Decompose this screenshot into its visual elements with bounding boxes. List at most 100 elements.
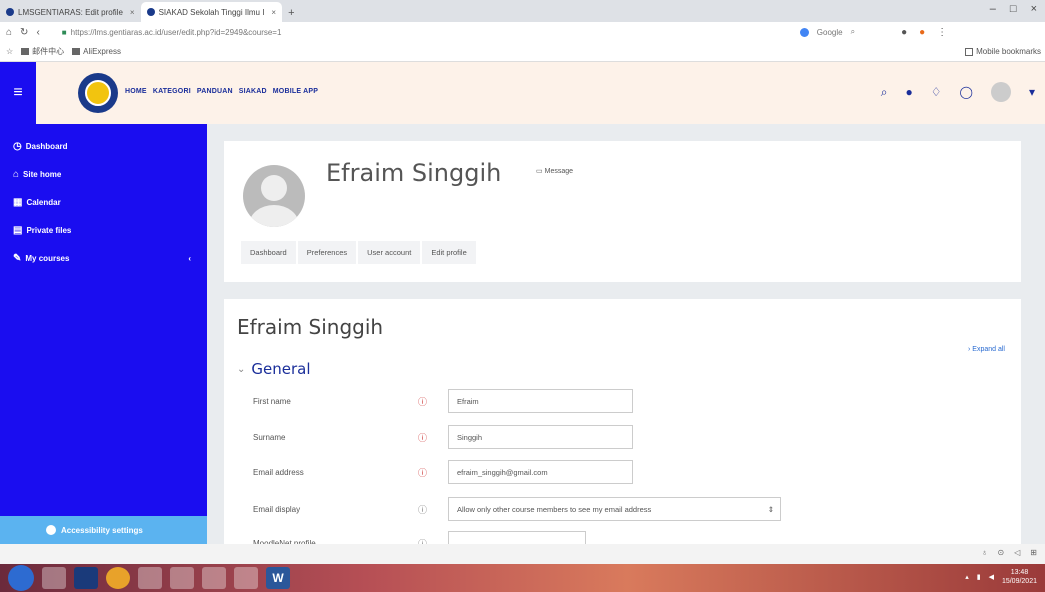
extension-icon[interactable]: ●	[901, 27, 907, 38]
nav-panduan[interactable]: PANDUAN	[197, 88, 233, 95]
back-icon[interactable]: ‹	[36, 27, 39, 38]
message-link[interactable]: ▭ Message	[536, 167, 573, 176]
required-icon: ⓘ	[418, 467, 428, 478]
new-tab-button[interactable]: +	[282, 7, 300, 22]
home-icon[interactable]: ⌂	[6, 27, 12, 38]
message-icon: ▭	[536, 168, 543, 175]
globe-icon[interactable]: ●	[906, 85, 913, 99]
bell-icon[interactable]: ♢	[931, 85, 942, 99]
app-icon[interactable]	[202, 567, 226, 589]
close-window-button[interactable]: ×	[1031, 3, 1037, 15]
app-icon[interactable]	[170, 567, 194, 589]
url-field[interactable]: ■ https://lms.gentiaras.ac.id/user/edit.…	[62, 28, 682, 37]
chevron-down-icon: ⌄	[237, 363, 246, 375]
tab-label: SIAKAD Sekolah Tinggi Ilmu I	[158, 7, 265, 17]
folder-icon	[21, 48, 30, 55]
required-icon: ⓘ	[418, 396, 428, 407]
hamburger-menu-icon[interactable]: ≡	[0, 62, 36, 124]
expand-all-link[interactable]: › Expand all	[968, 346, 1005, 353]
bookmark-item[interactable]: 邮件中心	[21, 46, 64, 57]
nav-mobile-app[interactable]: MOBILE APP	[273, 88, 318, 95]
status-icons: ♁ ⊙ ◁ ⊞	[981, 548, 1037, 557]
sidebar-item-my-courses[interactable]: ✎ My courses ‹	[0, 244, 207, 272]
header-icons: ⌕ ● ♢ ◯ ▾	[881, 82, 1035, 102]
profile-header-card: Efraim Singgih ▭ Message Dashboard Prefe…	[224, 141, 1021, 282]
volume-icon[interactable]: ◀	[989, 573, 994, 581]
field-row-first-name: First name ⓘ Efraim	[253, 389, 633, 413]
reload-icon[interactable]: ↻	[20, 27, 28, 38]
browser-tab-siakad[interactable]: SIAKAD Sekolah Tinggi Ilmu I ×	[140, 2, 283, 22]
chrome-icon[interactable]	[106, 567, 130, 589]
url-text: https://lms.gentiaras.ac.id/user/edit.ph…	[70, 27, 282, 37]
select-arrow-icon: ⇕	[767, 504, 774, 514]
network-icon[interactable]: ▮	[977, 573, 981, 581]
help-icon[interactable]: ⓘ	[418, 503, 448, 516]
main-nav: HOME KATEGORI PANDUAN SIAKAD MOBILE APP	[125, 88, 318, 95]
minimize-button[interactable]: –	[990, 3, 996, 15]
tab-edit-profile[interactable]: Edit profile	[422, 241, 476, 264]
menu-icon[interactable]: ⋮	[937, 27, 947, 38]
sidebar: ◷ Dashboard ⌂ Site home ▦ Calendar ▤ Pri…	[0, 124, 207, 544]
maximize-button[interactable]: □	[1010, 3, 1017, 15]
bookmark-item[interactable]: AliExpress	[72, 47, 121, 56]
chevron-left-icon[interactable]: ‹	[188, 254, 207, 263]
reading-icon[interactable]: ♁	[981, 548, 987, 557]
field-row-email: Email address ⓘ efraim_singgih@gmail.com	[253, 460, 633, 484]
clock[interactable]: 13:48 15/09/2021	[1002, 568, 1037, 586]
extension-icon[interactable]: ●	[919, 27, 925, 38]
app-icon[interactable]	[234, 567, 258, 589]
app-icon[interactable]	[138, 567, 162, 589]
browser-tab-lms[interactable]: LMSGENTIARAS: Edit profile ×	[0, 2, 141, 22]
favicon-icon	[6, 8, 14, 16]
tab-close-icon[interactable]: ×	[271, 8, 276, 17]
email-display-select[interactable]: Allow only other course members to see m…	[448, 497, 781, 521]
accessibility-icon	[46, 525, 56, 535]
section-general[interactable]: ⌄ General	[237, 360, 311, 378]
tab-preferences[interactable]: Preferences	[297, 241, 357, 264]
taskbar: W ▴ ▮ ◀ 13:48 15/09/2021	[0, 564, 1045, 592]
nav-siakad[interactable]: SIAKAD	[239, 88, 267, 95]
file-icon: ▤	[13, 224, 23, 236]
surname-input[interactable]: Singgih	[448, 425, 633, 449]
grid-icon[interactable]: ⊞	[1030, 548, 1037, 557]
email-input[interactable]: efraim_singgih@gmail.com	[448, 460, 633, 484]
nav-home[interactable]: HOME	[125, 88, 147, 95]
download-icon[interactable]: ⊙	[997, 548, 1004, 557]
field-label: Surname	[253, 432, 286, 442]
word-icon[interactable]: W	[266, 567, 290, 589]
avatar[interactable]	[990, 82, 1011, 102]
window-controls: – □ ×	[990, 3, 1037, 15]
search-icon[interactable]: ⌕	[851, 27, 855, 37]
sidebar-item-calendar[interactable]: ▦ Calendar	[0, 188, 207, 216]
folder-icon	[72, 48, 81, 55]
site-logo[interactable]	[78, 73, 118, 113]
search-icon[interactable]: ⌕	[881, 85, 888, 100]
sidebar-item-dashboard[interactable]: ◷ Dashboard	[0, 132, 207, 160]
start-button[interactable]	[8, 565, 34, 591]
tab-close-icon[interactable]: ×	[130, 8, 135, 17]
nav-kategori[interactable]: KATEGORI	[153, 88, 191, 95]
home-icon: ⌂	[13, 168, 20, 180]
bookmarks-bar: ☆ 邮件中心 AliExpress Mobile bookmarks	[0, 42, 1045, 62]
first-name-input[interactable]: Efraim	[448, 389, 633, 413]
sidebar-item-site-home[interactable]: ⌂ Site home	[0, 160, 207, 188]
search-engine-label: Google	[816, 27, 843, 37]
chevron-down-icon[interactable]: ▾	[1029, 85, 1035, 99]
chat-icon[interactable]: ◯	[960, 85, 973, 99]
tab-user-account[interactable]: User account	[358, 241, 421, 264]
volume-icon[interactable]: ◁	[1014, 548, 1020, 557]
profile-tabs: Dashboard Preferences User account Edit …	[241, 241, 476, 264]
star-icon[interactable]: ☆	[6, 47, 13, 56]
field-label: First name	[253, 396, 291, 406]
file-explorer-icon[interactable]	[42, 567, 66, 589]
sidebar-item-private-files[interactable]: ▤ Private files	[0, 216, 207, 244]
tab-dashboard[interactable]: Dashboard	[241, 241, 296, 264]
logo-emblem	[85, 80, 111, 106]
form-title: Efraim Singgih	[237, 315, 384, 339]
accessibility-settings-button[interactable]: Accessibility settings	[0, 516, 207, 544]
tray-arrow-icon[interactable]: ▴	[965, 573, 969, 581]
photoshop-icon[interactable]	[74, 567, 98, 589]
mobile-bookmarks[interactable]: Mobile bookmarks	[965, 47, 1045, 56]
browser-status-strip: ♁ ⊙ ◁ ⊞	[0, 544, 1045, 564]
search-box[interactable]: Google ⌕	[799, 27, 855, 37]
